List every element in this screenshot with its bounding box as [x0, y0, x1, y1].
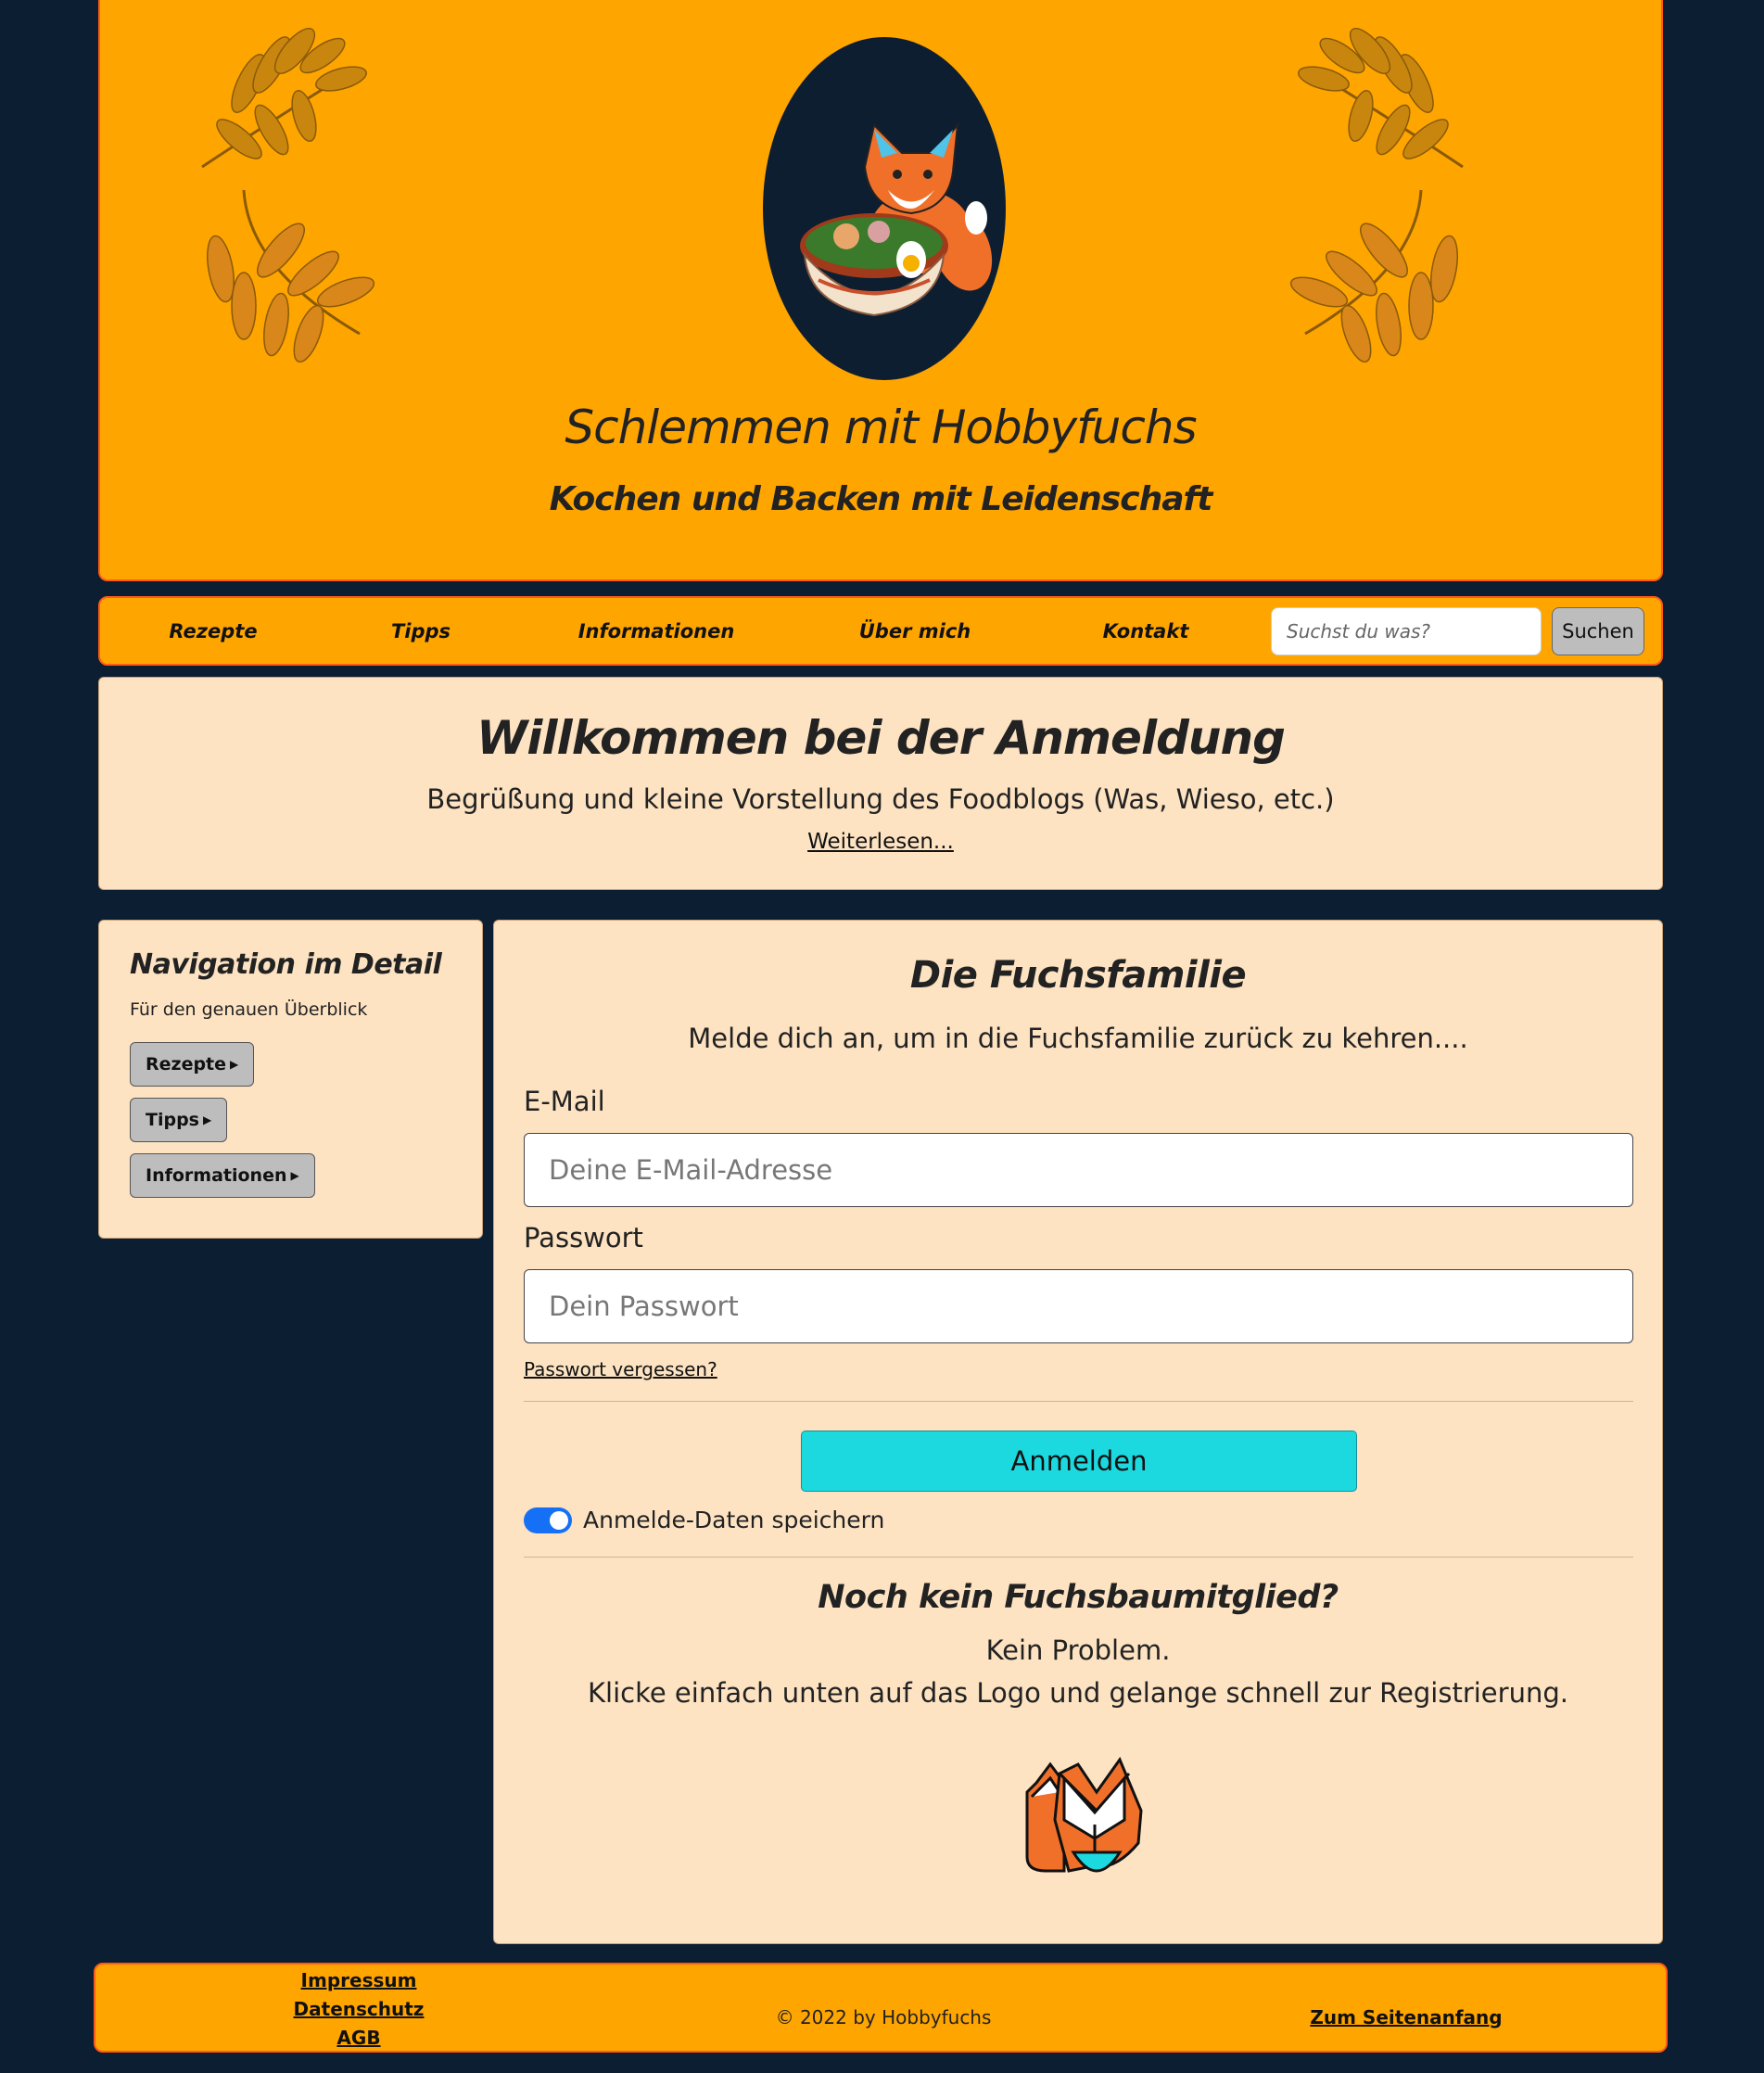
sidebar-button-label: Informationen	[146, 1165, 287, 1186]
read-more-link[interactable]: Weiterlesen...	[99, 830, 1662, 854]
remember-me-label: Anmelde-Daten speichern	[583, 1507, 885, 1533]
email-label: E-Mail	[524, 1086, 605, 1117]
sidebar-button-rezepte[interactable]: Rezepte ▶	[130, 1042, 255, 1087]
sidebar-subtitle: Für den genauen Überblick	[130, 999, 368, 1020]
agb-link[interactable]: AGB	[336, 2027, 380, 2049]
password-label: Passwort	[524, 1222, 643, 1253]
detail-navigation-sidebar: Navigation im Detail Für den genauen Übe…	[98, 920, 483, 1239]
main-navbar: Rezepte Tipps Informationen Über mich Ko…	[98, 596, 1663, 666]
signup-text-line-1: Kein Problem.	[985, 1634, 1171, 1666]
password-field[interactable]	[524, 1269, 1633, 1343]
nav-item-tipps[interactable]: Tipps	[391, 620, 451, 642]
signup-title: Noch kein Fuchsbaumitglied?	[818, 1579, 1339, 1616]
site-footer: Impressum Datenschutz AGB © 2022 by Hobb…	[94, 1963, 1668, 2053]
caret-right-icon: ▶	[230, 1058, 239, 1071]
login-button[interactable]: Anmelden	[801, 1431, 1357, 1492]
autumn-leaves-left-icon	[201, 28, 375, 363]
read-more-label[interactable]: Weiterlesen...	[807, 830, 954, 854]
login-title: Die Fuchsfamilie	[909, 954, 1247, 997]
divider	[524, 1557, 1633, 1558]
login-intro: Melde dich an, um in die Fuchsfamilie zu…	[688, 1023, 1468, 1054]
search-input[interactable]	[1271, 607, 1542, 655]
site-title: Schlemmen mit Hobbyfuchs	[565, 401, 1197, 454]
nav-item-rezepte[interactable]: Rezepte	[169, 620, 257, 642]
fox-ramen-logo-icon[interactable]	[763, 37, 1006, 380]
site-header: Schlemmen mit Hobbyfuchs Kochen und Back…	[98, 0, 1663, 581]
email-field[interactable]	[524, 1133, 1633, 1207]
back-to-top-link[interactable]: Zum Seitenanfang	[1310, 2006, 1502, 2028]
datenschutz-link[interactable]: Datenschutz	[294, 1998, 425, 2020]
welcome-section: Willkommen bei der Anmeldung Begrüßung u…	[98, 677, 1663, 890]
impressum-link[interactable]: Impressum	[301, 1969, 417, 1991]
autumn-leaves-right-icon	[1289, 28, 1464, 363]
remember-me-toggle[interactable]	[524, 1507, 572, 1533]
nav-item-informationen[interactable]: Informationen	[578, 620, 735, 642]
sidebar-button-label: Tipps	[146, 1110, 199, 1130]
fox-family-register-logo-icon[interactable]	[1013, 1755, 1143, 1885]
sidebar-title: Navigation im Detail	[130, 948, 442, 981]
sidebar-button-tipps[interactable]: Tipps ▶	[130, 1098, 228, 1142]
sidebar-button-label: Rezepte	[146, 1054, 227, 1075]
sidebar-button-informationen[interactable]: Informationen ▶	[130, 1153, 315, 1198]
caret-right-icon: ▶	[202, 1113, 212, 1126]
welcome-title: Willkommen bei der Anmeldung	[476, 711, 1286, 765]
forgot-password-link[interactable]: Passwort vergessen?	[524, 1358, 717, 1380]
login-card: Die Fuchsfamilie Melde dich an, um in di…	[493, 920, 1663, 1944]
toggle-knob	[550, 1511, 568, 1530]
copyright-text: © 2022 by Hobbyfuchs	[775, 2006, 992, 2028]
divider	[524, 1401, 1633, 1402]
welcome-text: Begrüßung und kleine Vorstellung des Foo…	[426, 783, 1335, 815]
nav-item-kontakt[interactable]: Kontakt	[1103, 620, 1189, 642]
caret-right-icon: ▶	[290, 1169, 299, 1182]
search-button[interactable]: Suchen	[1552, 607, 1644, 655]
site-subtitle: Kochen und Backen mit Leidenschaft	[549, 480, 1213, 518]
nav-item-ueber-mich[interactable]: Über mich	[859, 620, 971, 642]
signup-text-line-2: Klicke einfach unten auf das Logo und ge…	[588, 1677, 1568, 1709]
